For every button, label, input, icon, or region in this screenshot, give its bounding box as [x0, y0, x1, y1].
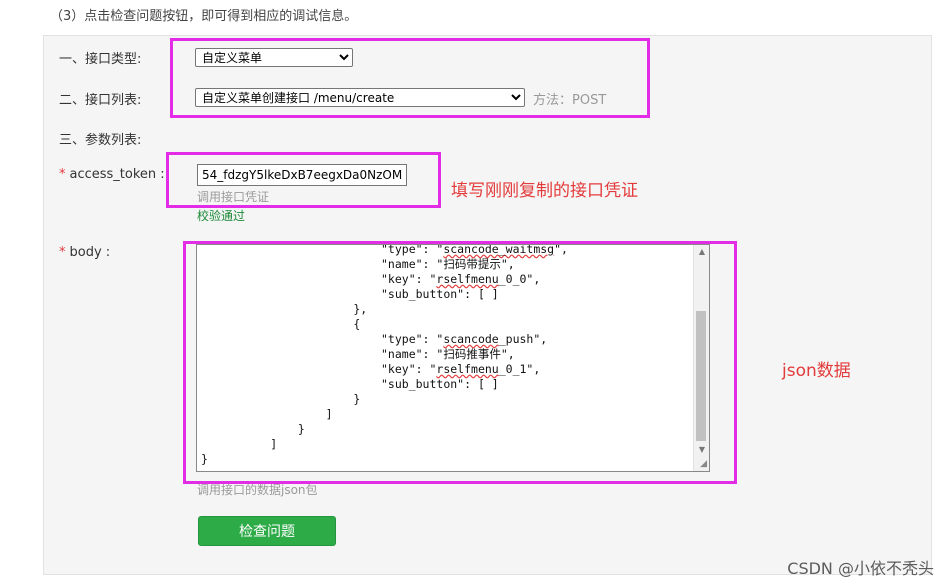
highlight-token-box [166, 152, 441, 208]
instruction-text: （3）点击检查问题按钮，即可得到相应的调试信息。 [50, 9, 358, 24]
validation-status: 校验通过 [197, 209, 246, 223]
check-problem-button[interactable]: 检查问题 [198, 516, 336, 546]
access-token-label: access_token : [69, 167, 165, 182]
required-mark: * [59, 245, 66, 260]
interface-type-label: 一、接口类型: [59, 52, 142, 67]
access-token-label-row: * access_token : [59, 167, 165, 182]
body-label: body : [69, 245, 111, 260]
highlight-interface-box [170, 38, 650, 118]
watermark: CSDN @小依不秃头 [787, 559, 934, 578]
highlight-body-box [183, 241, 737, 484]
required-mark: * [59, 167, 66, 182]
interface-list-label: 二、接口列表: [59, 93, 142, 108]
token-annotation: 填写刚刚复制的接口凭证 [451, 181, 638, 201]
json-annotation: json数据 [782, 361, 851, 381]
params-list-label: 三、参数列表: [59, 133, 142, 148]
body-label-row: * body : [59, 245, 110, 260]
